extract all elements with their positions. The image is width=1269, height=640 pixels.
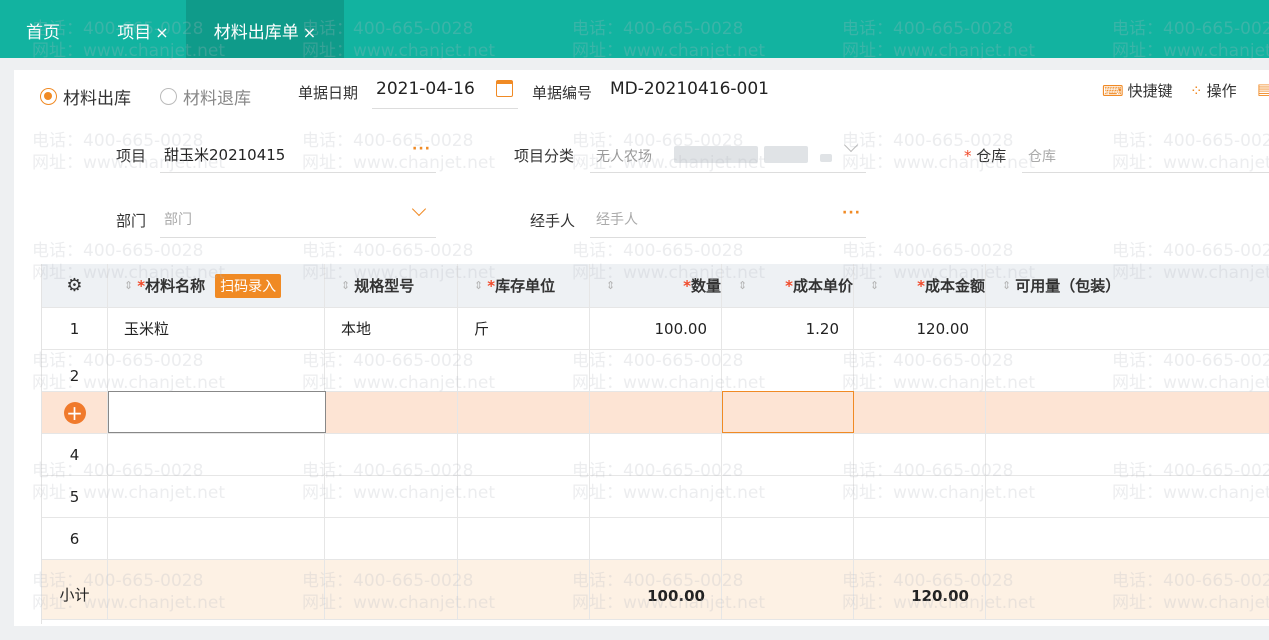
close-icon[interactable]: × [155,23,168,42]
tab-project[interactable]: 项目 × [100,0,186,58]
radio-material-outbound[interactable]: 材料出库 [40,84,131,109]
col-amount[interactable]: ⇕ * 成本金额 [854,264,986,307]
table-row[interactable]: 4 [42,434,1269,476]
settings-icon[interactable]: ⚙ [42,264,108,307]
material-name-edit-input[interactable] [108,391,326,433]
more-icon[interactable]: ▤ [1257,80,1269,98]
subtotal-label: 小计 [42,560,108,619]
detail-table: ⚙ ⇕ * 材料名称 扫码录入 ⇕ 规格型号 ⇕ * 库存单位 ⇕ * 数量 ⇕ * 成本单价 ⇕ *… [41,264,1269,624]
warehouse-label: * 仓库 [964,147,1007,165]
col-material-name[interactable]: ⇕ * 材料名称 扫码录入 [108,264,325,307]
date-underline [372,108,518,109]
date-label: 单据日期 [298,84,359,102]
table-row[interactable]: 1 玉米粒 本地 斤 100.00 1.20 120.00 [42,308,1269,350]
sort-icon[interactable]: ⇕ [124,280,133,291]
project-value[interactable]: 甜玉米20210415 [164,144,285,165]
table-row[interactable]: 5 [42,476,1269,518]
shortcut-button[interactable]: ⌨ 快捷键 [1102,80,1173,101]
close-icon[interactable]: × [303,23,316,42]
dept-label: 部门 [116,212,147,230]
calendar-icon[interactable] [496,80,513,97]
ellipsis-icon[interactable]: ··· [412,141,431,157]
doc-no-value: MD-20210416-001 [610,79,770,99]
radio-material-return[interactable]: 材料退库 [160,84,251,109]
col-available[interactable]: ⇕ 可用量（包装） [986,264,1269,307]
tab-material-outbound[interactable]: 材料出库单 × [186,0,344,58]
radio-empty-icon [160,87,177,105]
ellipsis-icon[interactable]: ··· [842,205,861,221]
col-unit[interactable]: ⇕ * 库存单位 [458,264,590,307]
operate-button[interactable]: ⁘ 操作 [1190,80,1237,101]
col-qty[interactable]: ⇕ * 数量 [590,264,722,307]
radio-selected-icon [40,87,57,105]
warehouse-input[interactable]: 仓库 [1028,146,1056,166]
col-spec[interactable]: ⇕ 规格型号 [325,264,458,307]
dept-input[interactable]: 部门 [164,209,192,229]
add-row-icon[interactable]: + [63,401,86,424]
scan-entry-button[interactable]: 扫码录入 [215,273,282,298]
date-value[interactable]: 2021-04-16 [376,79,475,99]
table-row[interactable]: 2 [42,350,1269,392]
focused-cell[interactable] [722,391,854,433]
doc-no-label: 单据编号 [532,84,593,102]
category-value[interactable]: 无人农场 [596,146,652,166]
project-label: 项目 [116,147,147,165]
handler-label: 经手人 [530,212,576,230]
subtotal-amount: 120.00 [854,560,986,619]
blurred-text [674,146,758,163]
subtotal-row: 小计 100.00 120.00 [42,560,1269,620]
grid-icon: ⁘ [1190,81,1203,100]
subtotal-qty: 100.00 [590,560,722,619]
table-row[interactable]: 6 [42,518,1269,560]
category-label: 项目分类 [514,147,575,165]
table-header: ⚙ ⇕ * 材料名称 扫码录入 ⇕ 规格型号 ⇕ * 库存单位 ⇕ * 数量 ⇕ * 成本单价 ⇕ *… [42,264,1269,308]
handler-input[interactable]: 经手人 [596,209,638,229]
tab-home[interactable]: 首页 [0,0,86,58]
col-unit-price[interactable]: ⇕ * 成本单价 [722,264,854,307]
keyboard-icon: ⌨ [1102,81,1124,100]
